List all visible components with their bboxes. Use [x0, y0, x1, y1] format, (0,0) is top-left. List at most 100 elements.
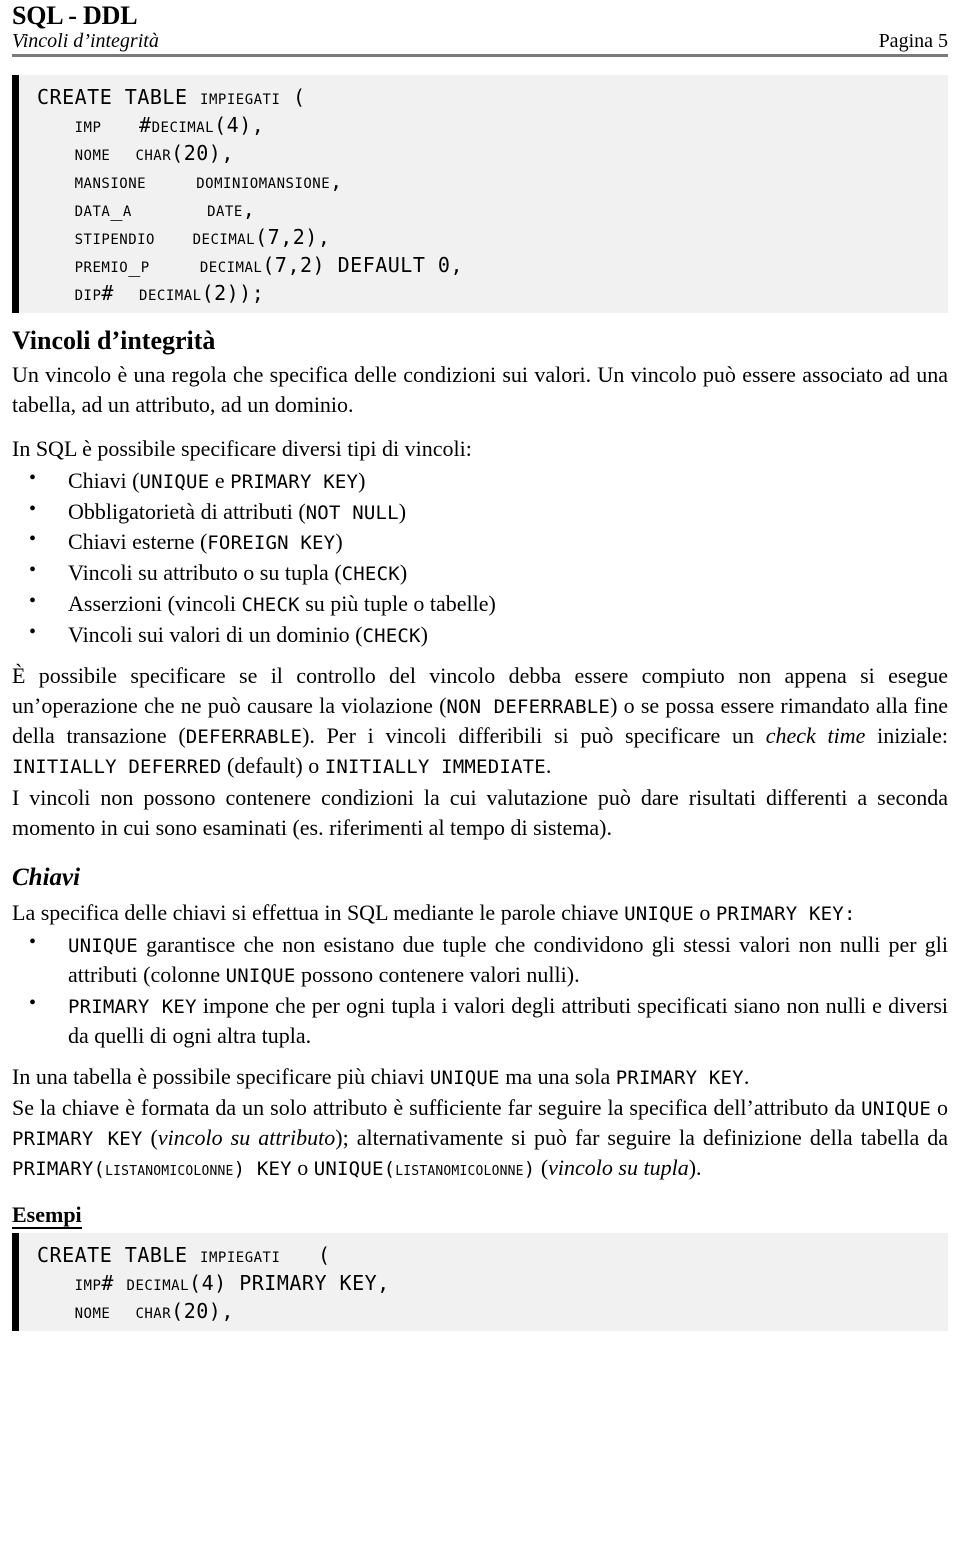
- paragraph-text: iniziale:: [865, 722, 948, 748]
- sql-keyword: NOT NULL: [305, 501, 399, 524]
- code-identifier: Dip: [74, 281, 102, 306]
- sql-keyword: UNIQUE: [861, 1098, 931, 1121]
- code-text: (20),: [171, 1299, 234, 1324]
- code-type: Char: [135, 141, 172, 166]
- code-line: Imp #Decimal(4),: [37, 113, 264, 137]
- paragraph-list-intro: In SQL è possibile specificare diversi t…: [12, 435, 472, 461]
- sql-placeholder: ListaNomiColonne: [105, 1158, 234, 1181]
- code-identifier: Impiegati: [200, 1243, 281, 1268]
- bullet-icon: •: [29, 621, 37, 644]
- code-text: ,: [242, 197, 256, 222]
- sql-keyword: FOREIGN KEY: [207, 532, 336, 555]
- list-item-text: ): [398, 498, 407, 524]
- list-item-text: ): [358, 467, 366, 493]
- list-chiavi-types: • UNIQUE garantisce che non esistano due …: [12, 930, 948, 1051]
- code-text: (4),: [214, 113, 265, 138]
- code-line: Premio_P Decimal(7,2) DEFAULT 0,: [37, 253, 463, 277]
- list-item-text: e: [209, 467, 231, 493]
- code-type: Decimal: [192, 225, 256, 250]
- sql-keyword: UNIQUE: [225, 964, 296, 987]
- paragraph-text: o: [291, 1155, 314, 1181]
- code-identifier: Nome: [74, 141, 111, 166]
- code-text: (20),: [171, 141, 234, 166]
- sql-keyword: NON DEFERRABLE: [446, 695, 611, 718]
- code-type: Decimal: [151, 113, 215, 138]
- sql-keyword: UNIQUE(: [313, 1158, 396, 1181]
- list-item-text: Asserzioni (vincoli: [68, 591, 242, 617]
- code-text: (: [280, 1243, 331, 1268]
- sql-keyword: ): [523, 1158, 536, 1181]
- sql-keyword: PRIMARY(: [12, 1158, 106, 1181]
- paragraph-text: ). Per i vincoli differibili si può spec…: [302, 722, 766, 748]
- sql-keyword: PRIMARY KEY: [615, 1066, 744, 1089]
- code-line: Mansione DominioMansione,: [37, 169, 343, 193]
- emphasis-vincolo-su-attributo: vincolo su attributo: [157, 1125, 336, 1151]
- paragraph-text: ); alternativamente si può far seguire l…: [335, 1125, 949, 1151]
- sql-keyword: UNIQUE: [429, 1066, 500, 1089]
- document-page: SQL - DDL Vincoli d’integrità Pagina 5 C…: [0, 0, 960, 1552]
- paragraph-text: Se la chiave è formata da un solo attrib…: [12, 1095, 862, 1121]
- list-item-text: Vincoli sui valori di un dominio (: [68, 622, 363, 648]
- sql-keyword: UNIQUE: [624, 902, 694, 925]
- paragraph-text: .: [545, 752, 552, 778]
- code-text: (2));: [201, 281, 265, 306]
- bullet-icon: •: [29, 466, 37, 489]
- code-identifier: Nome: [74, 1299, 111, 1324]
- header-title: SQL - DDL: [12, 1, 138, 30]
- paragraph-vincolo-definition: Un vincolo è una regola che specifica de…: [12, 361, 948, 417]
- code-line: CREATE TABLE Impiegati (: [37, 1243, 331, 1267]
- code-type: Decimal: [139, 281, 202, 306]
- list-item-text: Vincoli su attributo o su tupla (: [68, 560, 342, 586]
- paragraph-deferrable: È possibile specificare se il controllo …: [12, 661, 948, 781]
- sql-keyword: CHECK: [362, 625, 421, 648]
- code-line: Data_A Date,: [37, 197, 255, 221]
- sql-keyword: PRIMARY KEY: [715, 902, 844, 925]
- sql-keyword: INITIALLY IMMEDIATE: [324, 755, 546, 778]
- list-item: • Chiavi (UNIQUE e PRIMARY KEY): [12, 466, 948, 496]
- code-identifier: Premio_P: [74, 253, 150, 278]
- code-text: ,: [330, 169, 343, 194]
- code-line: CREATE TABLE Impiegati (: [37, 85, 306, 109]
- list-item-text: Chiavi esterne (: [68, 529, 208, 555]
- code-text: #: [101, 281, 140, 306]
- bullet-icon: •: [29, 559, 37, 582]
- bullet-icon: •: [29, 991, 37, 1014]
- sql-keyword: UNIQUE: [139, 470, 210, 493]
- code-block-esempio-primary-key: CREATE TABLE Impiegati ( Imp# Decimal(4)…: [12, 1233, 948, 1332]
- paragraph-text: La specifica delle chiavi si effettua in…: [12, 899, 625, 925]
- list-item-text: ): [420, 622, 428, 648]
- list-item: • UNIQUE garantisce che non esistano due …: [12, 930, 948, 990]
- code-identifier: Data_A: [74, 197, 132, 222]
- list-item: • PRIMARY KEY impone che per ogni tupla i…: [12, 991, 948, 1051]
- code-text: CREATE TABLE: [37, 1243, 201, 1268]
- header-divider: [12, 54, 948, 58]
- header-subtitle: Vincoli d’integrità: [12, 30, 159, 53]
- paragraph-text: (default) o: [221, 752, 325, 778]
- paragraph-chiavi-intro: La specifica delle chiavi si effettua in…: [12, 898, 948, 928]
- code-block-create-table: CREATE TABLE Impiegati ( Imp #Decimal(4)…: [12, 75, 948, 314]
- paragraph-text: .: [743, 1063, 750, 1089]
- sql-keyword: INITIALLY DEFERRED: [12, 755, 222, 778]
- paragraph-multi-key: In una tabella è possibile specificare p…: [12, 1062, 948, 1092]
- list-item-text: ): [335, 529, 343, 555]
- bullet-icon: •: [29, 930, 37, 953]
- header-subrow: Vincoli d’integrità Pagina 5: [12, 30, 948, 52]
- paragraph-text: o: [931, 1095, 948, 1121]
- paragraph-single-attribute-key: Se la chiave è formata da un solo attrib…: [12, 1093, 948, 1183]
- list-item: • Obbligatorietà di attributi (NOT NULL): [12, 497, 948, 527]
- sql-placeholder: ListaNomiColonne: [395, 1158, 524, 1181]
- code-text: (7,2),: [255, 225, 331, 250]
- code-identifier: Imp: [74, 113, 102, 138]
- paragraph-text: ma una sola: [499, 1063, 616, 1089]
